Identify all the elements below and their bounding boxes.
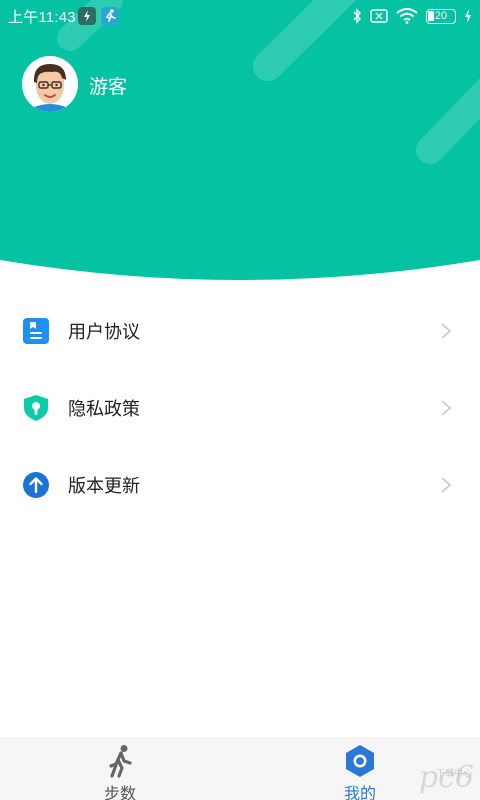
arrow-up-circle-icon	[23, 472, 49, 498]
shield-key-icon	[24, 395, 48, 421]
avatar[interactable]	[22, 56, 78, 112]
menu-label-privacy-policy: 隐私政策	[68, 399, 140, 419]
profile-header: 上午11:43 20 游客	[0, 0, 480, 280]
menu-label-version-update: 版本更新	[68, 476, 140, 496]
walking-person-icon	[109, 745, 132, 778]
settings-menu: 用户协议 隐私政策 版本更新	[0, 292, 480, 523]
status-bar: 上午11:43 20	[0, 0, 480, 30]
bluetooth-icon	[353, 8, 361, 24]
app-notification-icon	[78, 7, 96, 25]
menu-item-version-update[interactable]: 版本更新	[0, 446, 480, 523]
menu-item-user-agreement[interactable]: 用户协议	[0, 292, 480, 369]
document-icon	[23, 318, 49, 344]
menu-item-privacy-policy[interactable]: 隐私政策	[0, 369, 480, 446]
chevron-right-icon	[441, 323, 452, 339]
sim-none-icon	[370, 9, 388, 23]
status-time: 上午11:43	[8, 9, 76, 26]
header-background	[0, 0, 480, 280]
chevron-right-icon	[441, 477, 452, 493]
battery-icon: 20	[426, 8, 456, 24]
chevron-right-icon	[441, 400, 452, 416]
tab-mine[interactable]: 我的	[300, 739, 420, 800]
hexagon-profile-icon	[346, 745, 374, 777]
status-right-group: 20	[352, 7, 472, 25]
battery-fill	[428, 10, 434, 21]
wifi-icon	[396, 8, 418, 24]
bottom-tab-bar: 步数 我的	[0, 738, 480, 800]
battery-level: 20	[434, 9, 448, 22]
charging-icon	[465, 9, 471, 23]
username[interactable]: 游客	[89, 72, 127, 99]
menu-label-user-agreement: 用户协议	[68, 322, 140, 342]
running-app-icon	[101, 7, 119, 25]
tab-label-steps: 步数	[103, 786, 136, 800]
tab-steps[interactable]: 步数	[60, 739, 180, 800]
tab-label-mine: 我的	[343, 786, 376, 800]
cartoon-face-avatar	[22, 56, 78, 112]
watermark-subtext: 下载中心	[435, 768, 472, 778]
